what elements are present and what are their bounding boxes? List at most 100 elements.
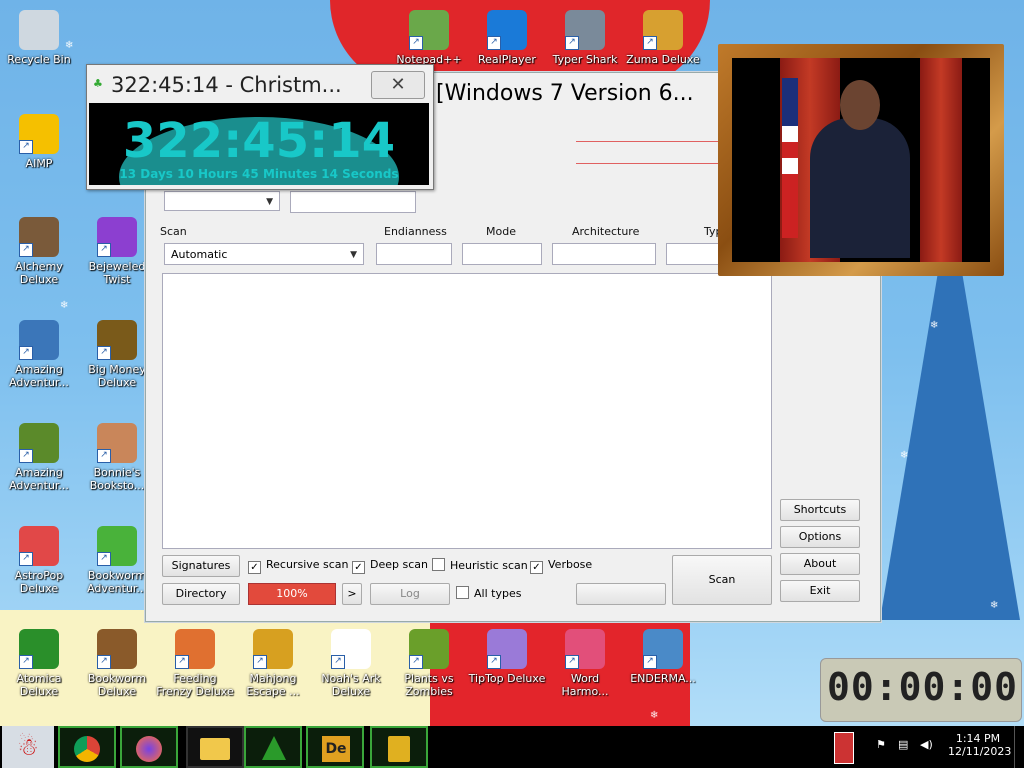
desktop-icon[interactable]: ↗ Plants vs Zombies [390, 627, 468, 698]
desktop-icon[interactable]: ↗ AstroPop Deluxe [0, 524, 78, 595]
desktop-icon-label: Plants vs Zombies [404, 672, 454, 698]
tray-clock[interactable]: 1:14 PM 12/11/2023 [948, 732, 1011, 758]
checkbox-label: Verbose [548, 558, 593, 571]
chevron-down-icon: ▼ [350, 250, 357, 260]
app-icon: ↗ [97, 423, 137, 463]
desktop-icon[interactable]: ↗ Notepad++ [390, 8, 468, 66]
options-button[interactable]: Options [780, 526, 860, 548]
blank-button[interactable] [576, 583, 666, 605]
desktop-icon[interactable]: ↗ ENDERMA... [624, 627, 702, 685]
output-area[interactable] [162, 273, 772, 549]
app-icon: ↗ [19, 423, 59, 463]
exit-button[interactable]: Exit [780, 580, 860, 602]
checkbox-label: Heuristic scan [450, 559, 528, 572]
checkbox-recursive-scan[interactable]: ✓ Recursive scan [248, 558, 349, 574]
app-icon: ↗ [409, 629, 449, 669]
tree-taskbar-icon[interactable] [244, 726, 302, 768]
desktop-icon[interactable]: ↗ AIMP [0, 112, 78, 170]
scan-select-value: Automatic [171, 248, 228, 261]
progress-text: 100% [276, 587, 308, 600]
directory-button[interactable]: Directory [162, 583, 240, 605]
desktop-icon-label: Mahjong Escape ... [246, 672, 300, 698]
desktop-icon[interactable]: ↗ Mahjong Escape ... [234, 627, 312, 698]
endianness-label: Endianness [384, 225, 447, 238]
start-santa-icon[interactable]: ☃ [2, 726, 54, 768]
shortcuts-button[interactable]: Shortcuts [780, 499, 860, 521]
desktop-icon[interactable]: ↗ Atomica Deluxe [0, 627, 78, 698]
mode-field[interactable] [462, 243, 542, 265]
desktop-icon[interactable]: ↗ Feeding Frenzy Deluxe [156, 627, 234, 698]
desktop-icon[interactable]: ↗ Amazing Adventur... [0, 318, 78, 389]
shortcut-arrow-icon: ↗ [643, 655, 657, 669]
de-taskbar-icon[interactable]: De [306, 726, 364, 768]
explorer-taskbar-icon[interactable] [186, 726, 244, 768]
shortcut-arrow-icon: ↗ [409, 36, 423, 50]
checkbox-label: Recursive scan [266, 558, 349, 571]
desktop-icon[interactable]: Recycle Bin [0, 8, 78, 66]
firefox-taskbar-icon[interactable] [120, 726, 178, 768]
checkbox-deep-scan[interactable]: ✓ Deep scan [352, 558, 428, 574]
desktop-icon[interactable]: ↗ Typer Shark [546, 8, 624, 66]
close-icon[interactable]: ✕ [371, 71, 425, 99]
architecture-field[interactable] [552, 243, 656, 265]
shortcut-arrow-icon: ↗ [97, 346, 111, 360]
scan-select[interactable]: Automatic ▼ [164, 243, 364, 265]
about-button[interactable]: About [780, 553, 860, 575]
shortcut-arrow-icon: ↗ [565, 36, 579, 50]
signatures-button[interactable]: Signatures [162, 555, 240, 577]
desktop-icon[interactable]: ↗ Bookworm Deluxe [78, 627, 156, 698]
volume-icon[interactable]: ◀) [920, 738, 933, 751]
shortcut-arrow-icon: ↗ [19, 655, 33, 669]
language-indicator[interactable] [834, 732, 854, 764]
checkbox-verbose[interactable]: ✓ Verbose [530, 558, 592, 574]
desktop-icon[interactable]: ↗ RealPlayer [468, 8, 546, 66]
clock-digits: 00:00:00 [827, 665, 1019, 709]
top-field[interactable] [290, 191, 416, 213]
flag-icon[interactable]: ⚑ [876, 738, 886, 751]
shortcut-arrow-icon: ↗ [331, 655, 345, 669]
desktop-icon[interactable]: ↗ TipTop Deluxe [468, 627, 546, 685]
show-desktop-button[interactable] [1014, 726, 1024, 768]
photo-flag [782, 78, 798, 238]
photo-frame[interactable] [718, 44, 1004, 276]
mode-label: Mode [486, 225, 516, 238]
app-icon: ↗ [331, 629, 371, 669]
title-separator [576, 163, 720, 164]
checkbox-box [432, 558, 445, 571]
all-types-checkbox[interactable]: All types [456, 586, 521, 600]
desktop-icon[interactable]: ↗ Alchemy Deluxe [0, 215, 78, 286]
snowflake: ❄ [990, 600, 999, 611]
scan-button[interactable]: Scan [672, 555, 772, 605]
shortcut-arrow-icon: ↗ [97, 449, 111, 463]
log-button[interactable]: Log [370, 583, 450, 605]
network-icon[interactable]: ▤ [898, 738, 908, 751]
clock-widget[interactable]: 00:00:00 [820, 658, 1022, 722]
title-separator [576, 141, 720, 142]
app-icon: ↗ [97, 320, 137, 360]
progress-bar: 100% [248, 583, 336, 605]
shortcut-arrow-icon: ↗ [19, 346, 33, 360]
chrome-taskbar-icon[interactable] [58, 726, 116, 768]
desktop-icon[interactable]: ↗ Zuma Deluxe [624, 8, 702, 66]
endianness-field[interactable] [376, 243, 452, 265]
checkbox-label: Deep scan [370, 558, 428, 571]
app-icon: ↗ [97, 526, 137, 566]
tree-icon: ♣ [93, 77, 103, 90]
checkbox-box: ✓ [248, 561, 261, 574]
shortcut-arrow-icon: ↗ [97, 552, 111, 566]
app-icon: ↗ [409, 10, 449, 50]
top-left-combo[interactable]: ▼ [164, 191, 280, 211]
desktop-icon-label: ENDERMA... [630, 672, 696, 685]
next-button[interactable]: > [342, 583, 362, 605]
desktop-icon[interactable]: ↗ Noah's Ark Deluxe [312, 627, 390, 698]
snowflake: ❄ [60, 300, 69, 311]
countdown-title: 322:45:14 - Christm... [111, 73, 342, 97]
checkbox-heuristic-scan[interactable]: Heuristic scan [432, 558, 528, 572]
shortcut-arrow-icon: ↗ [487, 655, 501, 669]
desktop-icon[interactable]: ↗ Word Harmo... [546, 627, 624, 698]
app-icon: ↗ [19, 629, 59, 669]
shortcut-arrow-icon: ↗ [97, 655, 111, 669]
shortcut-arrow-icon: ↗ [19, 243, 33, 257]
desktop-icon[interactable]: ↗ Amazing Adventur... [0, 421, 78, 492]
mahjong-taskbar-icon[interactable] [370, 726, 428, 768]
